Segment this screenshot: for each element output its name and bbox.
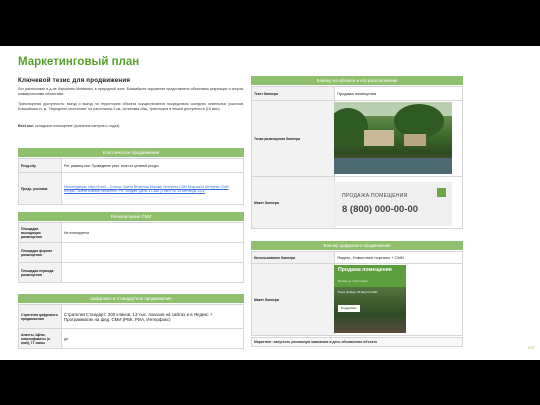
table-row: Предс. реклама Мессенджеры: https://t.me… bbox=[18, 172, 244, 205]
row-label: Макет баннера bbox=[251, 263, 335, 336]
digital-banner-mockup: Продажа помещения Москва, ул. Строгинска… bbox=[334, 265, 406, 333]
digital-promo-table: Стратегия цифрового продвижения Стратеги… bbox=[18, 304, 244, 349]
table-row: Текст баннера Продажа помещения bbox=[251, 86, 463, 101]
thesis-paragraph-1: Лот расположен в д-не Хорошево-Мневники,… bbox=[18, 87, 244, 96]
marketing-note: Маркетинг: запустить рекламную кампанию … bbox=[251, 337, 463, 347]
row-label: Предс. реклама bbox=[18, 172, 62, 205]
best-use-label: Best use: bbox=[18, 124, 35, 128]
table-row: Использование баннера Яндекс, Новостные … bbox=[251, 251, 463, 264]
row-label: Макет баннера bbox=[251, 176, 335, 229]
key-thesis-heading: Ключевой тезис для продвижения bbox=[18, 77, 131, 84]
slide: Маркетинговый план Ключевой тезис для пр… bbox=[0, 46, 540, 360]
row-value bbox=[61, 262, 244, 283]
dbanner-title: Продажа помещения bbox=[338, 267, 392, 273]
row-value: Продажа помещения bbox=[334, 86, 463, 101]
row-label: Стратегия цифрового продвижения bbox=[18, 304, 62, 329]
classic-promo-header: Классическое продвижение bbox=[18, 148, 244, 157]
page-title: Маркетинговый план bbox=[18, 56, 140, 68]
regional-media-header: Региональные СМИ bbox=[18, 212, 244, 221]
row-label: Текст баннера bbox=[251, 86, 335, 101]
banner-phone: 8 (800) 000-00-00 bbox=[342, 204, 419, 215]
brand-logo-icon bbox=[437, 188, 446, 197]
row-value[interactable]: Мессенджеры: https://t.me/... Статьи: Га… bbox=[61, 172, 244, 205]
table-row: Рекд-sity Рег. размещ-ние: Проведение ре… bbox=[18, 158, 244, 173]
row-value: Рег. размещ-ние: Проведение рекл. волн н… bbox=[61, 158, 244, 173]
dbanner-date: Торги пройдут 00 августа 2022 bbox=[338, 290, 378, 294]
row-value bbox=[61, 242, 244, 263]
object-banner-mockup: ПРОДАЖА ПОМЕЩЕНИЯ 8 (800) 000-00-00 bbox=[334, 182, 452, 226]
row-value: Стратегия Стандарт: 200 кликов, 13 тыс. … bbox=[61, 304, 244, 329]
classic-promo-table: Рекд-sity Рег. размещ-ние: Проведение ре… bbox=[18, 158, 244, 205]
thesis-paragraph-2: Транспортная доступность: въезд и выезд … bbox=[18, 102, 244, 111]
regional-media-table: Площадки выходящих размещения Не планиру… bbox=[18, 222, 244, 283]
row-label: Анкеты, Щёки, классификаты (e-mail), TГ-… bbox=[18, 328, 62, 349]
dbanner-subtitle: Москва, ул. Строгинская bbox=[338, 280, 368, 283]
row-label: Рекд-sity bbox=[18, 158, 62, 173]
row-value: да bbox=[61, 328, 244, 349]
row-label: Площадки выходящих размещения bbox=[18, 222, 62, 243]
object-location-photo bbox=[334, 102, 452, 174]
dbanner-cta-button[interactable]: Подробнее bbox=[338, 305, 360, 312]
table-row: Площадки выходящих размещения Не планиру… bbox=[18, 222, 244, 243]
table-row: Площадки формат размещения bbox=[18, 242, 244, 263]
row-label: Точка размещения баннера bbox=[251, 100, 335, 177]
row-label: Использование баннера bbox=[251, 251, 335, 264]
table-row: Анкеты, Щёки, классификаты (e-mail), TГ-… bbox=[18, 328, 244, 349]
row-value: Не планируется bbox=[61, 222, 244, 243]
page-number: ЛОТ bbox=[527, 346, 535, 350]
best-use: Best use: складское помещение (хранение … bbox=[18, 124, 244, 129]
banner-title: ПРОДАЖА ПОМЕЩЕНИЯ bbox=[342, 193, 408, 199]
row-label: Площадки формат размещения bbox=[18, 242, 62, 263]
best-use-text: складское помещение (хранение катеров и … bbox=[34, 124, 120, 128]
row-label: Площадки периода размещения bbox=[18, 262, 62, 283]
digital-banner-header: Баннер цифрового продвижения bbox=[251, 241, 463, 250]
table-row: Площадки периода размещения bbox=[18, 262, 244, 283]
row-value: Яндекс, Новостные порталы + СМИ bbox=[334, 251, 463, 264]
table-row: Стратегия цифрового продвижения Стратеги… bbox=[18, 304, 244, 329]
digital-promo-header: Цифровое и Стандартное продвижение bbox=[18, 294, 244, 303]
object-banner-header: Баннер на объекте и его расположение bbox=[251, 76, 463, 85]
